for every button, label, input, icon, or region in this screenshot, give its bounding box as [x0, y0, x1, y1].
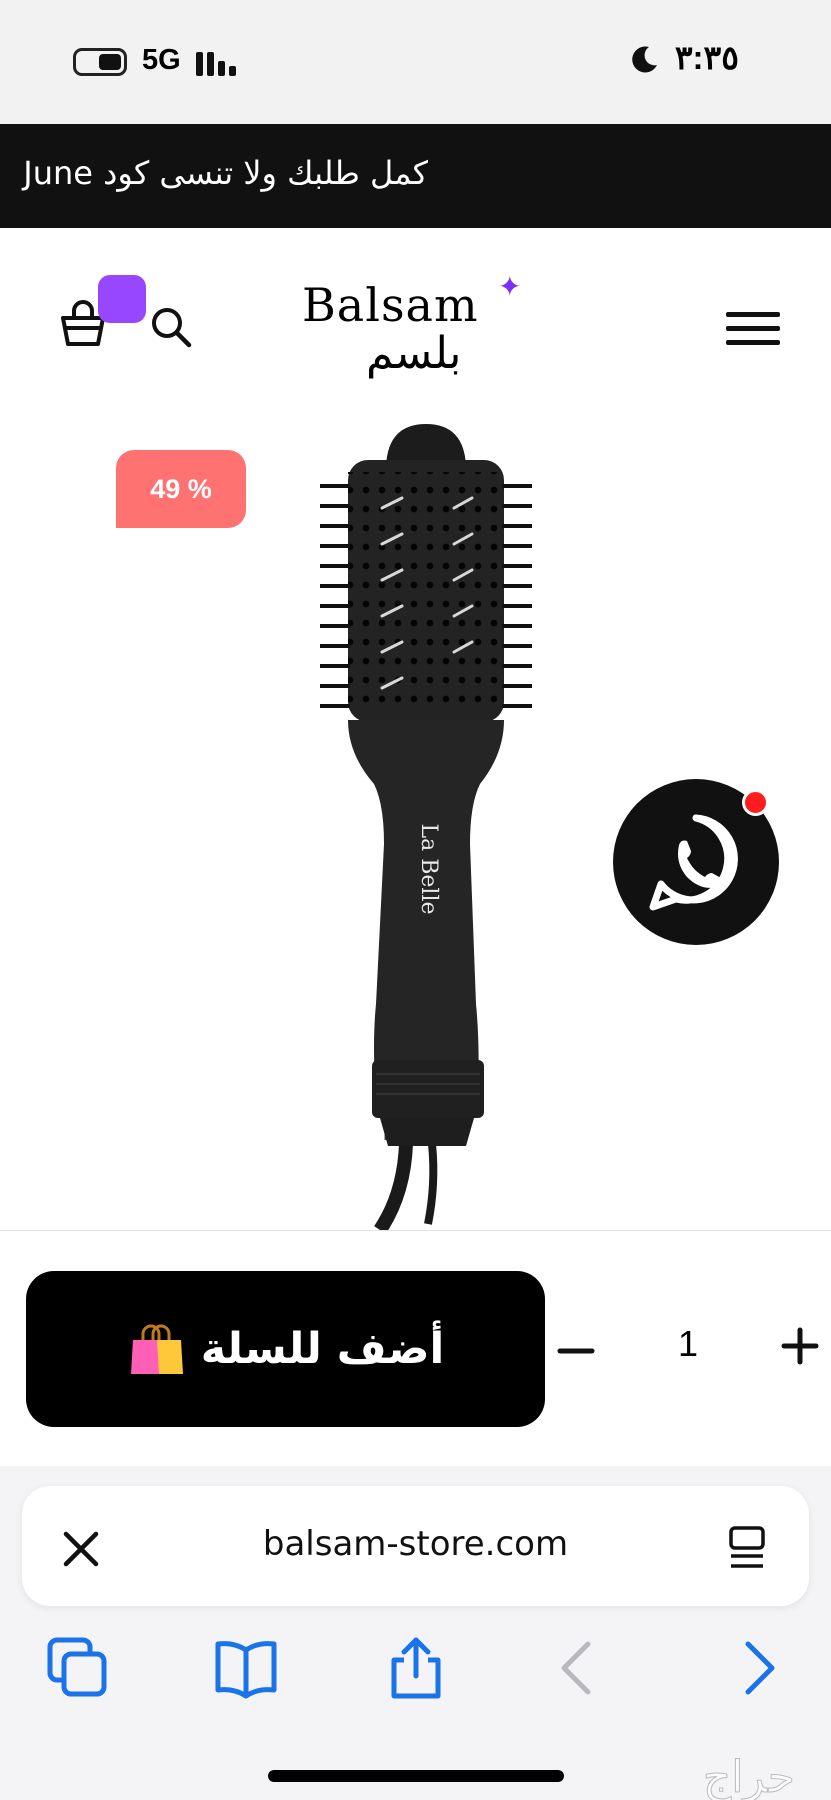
url-text[interactable]: balsam-store.com [22, 1524, 809, 1564]
battery-icon [73, 48, 127, 76]
decrease-quantity-button[interactable] [554, 1329, 598, 1373]
network-type: 5G [142, 44, 181, 76]
sparkle-icon: ✦ [498, 270, 522, 303]
watermark: حراج [702, 1752, 795, 1800]
clock: ٣:٣٥ [674, 39, 739, 76]
add-to-cart-bar: أضف للسلة 1 [0, 1230, 831, 1466]
tabs-icon[interactable] [46, 1636, 110, 1700]
product-brand-text: La Belle [416, 824, 441, 915]
menu-icon[interactable] [726, 312, 780, 348]
quantity-value[interactable]: 1 [670, 1323, 706, 1365]
home-indicator[interactable] [268, 1770, 564, 1782]
status-bar: 5G ٣:٣٥ [0, 0, 831, 124]
search-icon[interactable] [150, 306, 192, 348]
back-icon[interactable] [548, 1636, 612, 1700]
moon-icon [632, 46, 657, 73]
increase-quantity-button[interactable] [778, 1324, 822, 1368]
forward-icon[interactable] [724, 1636, 788, 1700]
logo-latin: Balsam [302, 278, 479, 332]
notification-dot [742, 789, 769, 816]
product-image[interactable]: La Belle [310, 424, 540, 1230]
shopping-bag-icon [130, 1324, 183, 1374]
discount-badge: 49 % [116, 450, 246, 528]
site-logo[interactable]: Balsam ✦ بلسم [300, 270, 532, 388]
address-bar[interactable]: balsam-store.com [22, 1486, 809, 1606]
browser-chrome: balsam-store.com [0, 1466, 831, 1800]
add-to-cart-label: أضف للسلة [200, 1324, 445, 1374]
reader-icon[interactable] [727, 1526, 767, 1572]
announcement-bar[interactable]: كمل طلبك ولا تنسى كود June [0, 124, 831, 228]
site-header: Balsam ✦ بلسم [0, 228, 831, 388]
share-icon[interactable] [384, 1636, 448, 1700]
announcement-text: كمل طلبك ولا تنسى كود June [23, 154, 428, 192]
add-to-cart-button[interactable]: أضف للسلة [26, 1271, 545, 1427]
signal-icon [196, 50, 238, 76]
cart-count-badge[interactable] [98, 275, 146, 323]
bookmarks-icon[interactable] [214, 1636, 278, 1700]
logo-arabic: بلسم [366, 328, 462, 379]
